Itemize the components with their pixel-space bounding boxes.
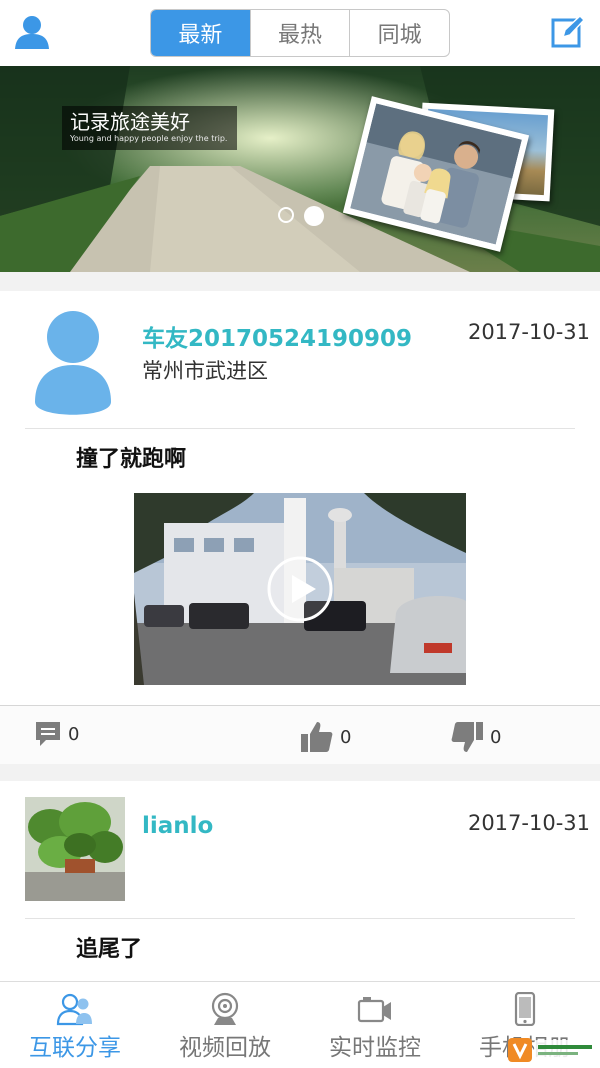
like-count: 0 xyxy=(340,726,352,748)
phone-icon xyxy=(514,992,536,1026)
post-location: 常州市武进区 xyxy=(142,359,268,383)
post-title[interactable]: 撞了就跑啊 xyxy=(76,441,186,473)
dislike-button[interactable]: 0 xyxy=(450,720,501,754)
divider xyxy=(25,918,575,919)
post-username[interactable]: lianlo xyxy=(142,813,213,839)
nav-label: 互联分享 xyxy=(29,1035,121,1061)
avatar[interactable] xyxy=(25,797,125,901)
edit-icon[interactable] xyxy=(551,15,585,49)
banner-title: 记录旅途美好 xyxy=(70,110,190,134)
watermark-logo xyxy=(508,1038,596,1062)
nav-playback[interactable]: 视频回放 xyxy=(150,982,300,1068)
camera-icon xyxy=(211,992,239,1025)
nav-share[interactable]: 互联分享 xyxy=(0,982,150,1068)
feed-tabs: 最新 最热 同城 xyxy=(150,9,450,57)
thumbs-down-icon xyxy=(451,722,483,752)
avatar[interactable] xyxy=(33,307,113,417)
divider xyxy=(25,428,575,429)
dislike-count: 0 xyxy=(490,726,502,748)
post-title[interactable]: 追尾了 xyxy=(76,931,142,963)
comment-button[interactable]: 0 xyxy=(34,720,79,748)
post-card[interactable]: lianlo 2017-10-31 追尾了 xyxy=(0,781,600,981)
comment-icon xyxy=(36,722,60,746)
carousel-dot-2[interactable] xyxy=(304,206,324,226)
post-date: 2017-10-31 xyxy=(467,320,590,344)
video-thumbnail[interactable] xyxy=(134,493,466,685)
like-button[interactable]: 0 xyxy=(300,720,351,754)
tab-same-city[interactable]: 同城 xyxy=(349,10,449,56)
post-card[interactable]: 车友20170524190909 常州市武进区 2017-10-31 撞了就跑啊 xyxy=(0,291,600,764)
nav-label: 视频回放 xyxy=(179,1035,271,1061)
thumbs-up-icon xyxy=(301,722,333,752)
play-icon[interactable] xyxy=(266,555,334,623)
nav-label: 实时监控 xyxy=(329,1035,421,1061)
post-date: 2017-10-31 xyxy=(467,811,590,835)
carousel-dot-1[interactable] xyxy=(278,207,294,223)
post-username[interactable]: 车友20170524190909 xyxy=(142,319,412,353)
comment-count: 0 xyxy=(68,723,80,745)
nav-live[interactable]: 实时监控 xyxy=(300,982,450,1068)
user-icon[interactable] xyxy=(14,14,50,50)
tab-hottest[interactable]: 最热 xyxy=(249,10,350,56)
banner-subtitle: Young and happy people enjoy the trip. xyxy=(70,134,228,143)
users-icon xyxy=(56,993,92,1026)
top-bar: 最新 最热 同城 xyxy=(0,0,600,66)
banner-caption: 记录旅途美好 Young and happy people enjoy the … xyxy=(62,106,238,150)
post-actions: 0 0 0 xyxy=(0,705,600,764)
tab-latest[interactable]: 最新 xyxy=(151,10,250,56)
promo-banner[interactable]: 记录旅途美好 Young and happy people enjoy the … xyxy=(0,66,600,272)
video-camera-icon xyxy=(357,997,391,1023)
